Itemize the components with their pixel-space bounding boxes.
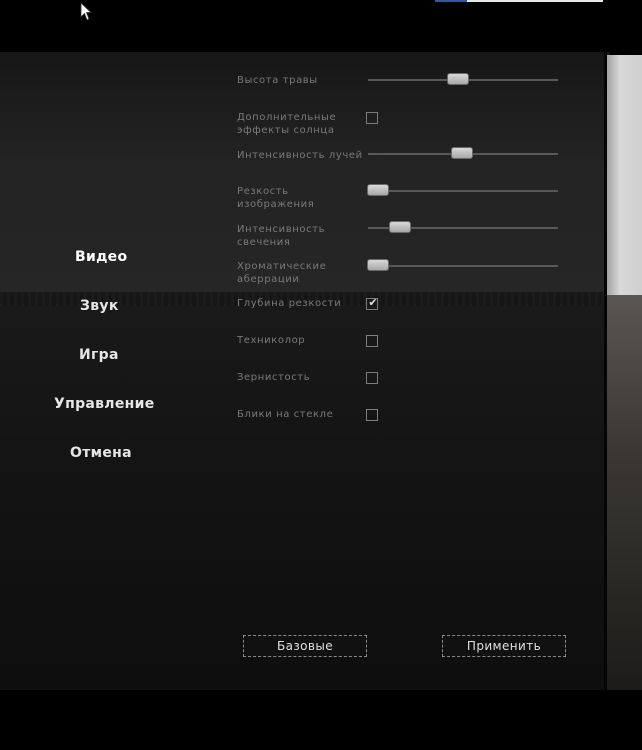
- menu-item-cancel[interactable]: Отмена: [70, 445, 132, 461]
- ray-intensity-slider[interactable]: [368, 147, 558, 159]
- chromatic-aberration-label: Хроматические аберрации: [237, 261, 327, 285]
- chromatic-aberration-slider[interactable]: [367, 259, 558, 271]
- sun-effects-label: Дополнительные эффекты солнца: [237, 112, 337, 136]
- sharpness-slider[interactable]: [367, 184, 558, 196]
- chromatic-aberration-slider-thumb[interactable]: [367, 259, 389, 271]
- depth-of-field-checkbox[interactable]: ✔: [366, 296, 378, 310]
- check-icon: ✔: [368, 296, 378, 309]
- lens-flares-label: Блики на стекле: [237, 409, 334, 420]
- sharpness-label: Резкость изображения: [237, 186, 315, 210]
- apply-button[interactable]: Применить: [442, 635, 566, 657]
- glow-intensity-label: Интенсивность свечения: [237, 224, 326, 248]
- loading-bar: [435, 0, 603, 2]
- right-ground-strip: [605, 295, 642, 695]
- ray-intensity-label: Интенсивность лучей: [237, 150, 363, 161]
- menu-item-game[interactable]: Игра: [79, 347, 119, 363]
- loading-bar-accent: [435, 0, 467, 2]
- grass-height-slider-thumb[interactable]: [447, 73, 469, 85]
- technicolor-checkbox[interactable]: [366, 335, 378, 347]
- depth-of-field-label: Глубина резкости: [237, 298, 342, 309]
- ray-intensity-slider-thumb[interactable]: [451, 147, 473, 159]
- defaults-button[interactable]: Базовые: [243, 635, 367, 657]
- panel-edge: [604, 50, 607, 695]
- glow-intensity-slider-thumb[interactable]: [389, 221, 411, 233]
- menu-item-video[interactable]: Видео: [75, 249, 127, 265]
- grass-height-slider[interactable]: [368, 73, 558, 85]
- right-sky-strip: [605, 55, 642, 295]
- mouse-cursor-icon: [80, 2, 93, 21]
- menu-item-sound[interactable]: Звук: [80, 298, 119, 314]
- bottom-letterbox: [0, 690, 642, 750]
- technicolor-label: Техниколор: [237, 335, 306, 346]
- grain-label: Зернистость: [237, 372, 311, 383]
- sun-effects-checkbox[interactable]: [366, 112, 378, 124]
- grass-height-label: Высота травы: [237, 75, 318, 86]
- sharpness-slider-thumb[interactable]: [367, 184, 389, 196]
- grain-checkbox[interactable]: [366, 372, 378, 384]
- glow-intensity-slider[interactable]: [368, 221, 558, 233]
- menu-item-controls[interactable]: Управление: [54, 396, 155, 412]
- lens-flares-checkbox[interactable]: [366, 409, 378, 421]
- top-letterbox: [0, 0, 642, 52]
